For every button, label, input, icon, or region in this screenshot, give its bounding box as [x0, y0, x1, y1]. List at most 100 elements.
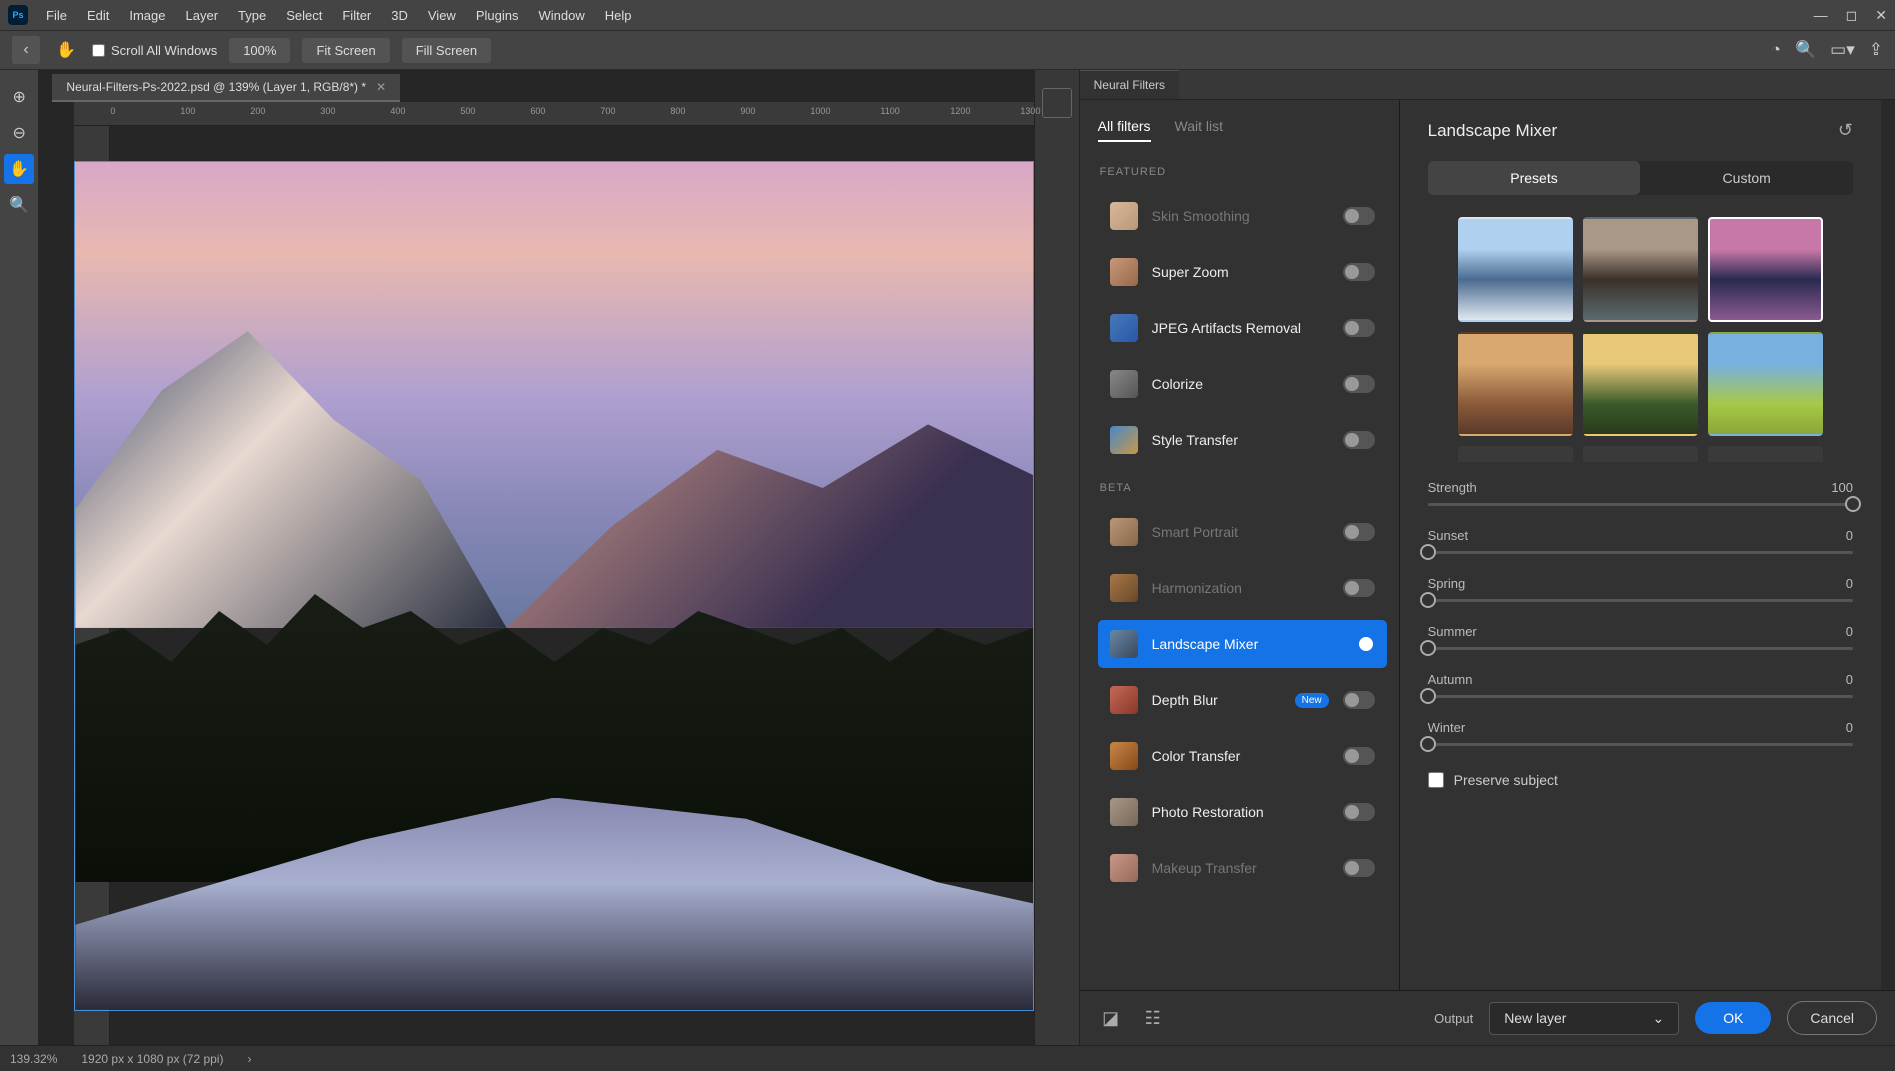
menu-file[interactable]: File	[36, 2, 77, 29]
tool-minus-icon[interactable]: ⊖	[4, 118, 34, 148]
preset-thumbnail-6[interactable]	[1708, 332, 1823, 437]
slider-track[interactable]	[1428, 695, 1853, 698]
filter-toggle[interactable]	[1343, 263, 1375, 281]
filter-harmonization[interactable]: Harmonization	[1098, 564, 1387, 612]
preset-thumbnail-stub[interactable]	[1458, 446, 1573, 462]
menu-type[interactable]: Type	[228, 2, 276, 29]
preset-thumbnail-stub[interactable]	[1583, 446, 1698, 462]
minimize-icon[interactable]: —	[1814, 7, 1828, 24]
slider-thumb[interactable]	[1845, 496, 1861, 512]
scroll-all-windows-checkbox[interactable]: Scroll All Windows	[92, 43, 217, 58]
preset-thumbnail-2[interactable]	[1583, 217, 1698, 322]
menu-3d[interactable]: 3D	[381, 2, 418, 29]
slider-track[interactable]	[1428, 503, 1853, 506]
filter-style-transfer[interactable]: Style Transfer	[1098, 416, 1387, 464]
output-dropdown[interactable]: New layer ⌄	[1489, 1002, 1679, 1035]
slider-sunset[interactable]: Sunset0	[1428, 528, 1853, 554]
collapsed-panel-icon[interactable]	[1042, 88, 1072, 118]
slider-spring[interactable]: Spring0	[1428, 576, 1853, 602]
filter-depth-blur[interactable]: Depth Blur New	[1098, 676, 1387, 724]
fill-screen-button[interactable]: Fill Screen	[402, 38, 491, 63]
slider-summer[interactable]: Summer0	[1428, 624, 1853, 650]
menu-edit[interactable]: Edit	[77, 2, 119, 29]
slider-strength[interactable]: Strength100	[1428, 480, 1853, 506]
slider-thumb[interactable]	[1420, 544, 1436, 560]
document-tab-close-icon[interactable]: ✕	[376, 80, 386, 94]
menu-layer[interactable]: Layer	[176, 2, 229, 29]
hand-tool-icon[interactable]: ✋	[4, 154, 34, 184]
zoom-level-button[interactable]: 100%	[229, 38, 290, 63]
filter-toggle[interactable]	[1343, 859, 1375, 877]
tab-all-filters[interactable]: All filters	[1098, 118, 1151, 142]
menu-view[interactable]: View	[418, 2, 466, 29]
filter-photo-restoration[interactable]: Photo Restoration	[1098, 788, 1387, 836]
maximize-icon[interactable]: ◻	[1846, 7, 1858, 24]
status-zoom[interactable]: 139.32%	[10, 1052, 57, 1066]
tab-custom[interactable]: Custom	[1640, 161, 1853, 195]
home-back-button[interactable]: ‹	[12, 36, 40, 64]
panel-tab-neural[interactable]: Neural Filters	[1080, 70, 1179, 99]
preset-thumbnail-stub[interactable]	[1708, 446, 1823, 462]
share-icon[interactable]: ⇪	[1869, 40, 1883, 60]
preset-thumbnail-3[interactable]	[1708, 217, 1823, 322]
scroll-all-checkbox-input[interactable]	[92, 44, 105, 57]
hand-tool-icon[interactable]: ✋	[52, 36, 80, 64]
filter-landscape-mixer[interactable]: Landscape Mixer	[1098, 620, 1387, 668]
filter-toggle[interactable]	[1343, 319, 1375, 337]
filter-toggle[interactable]	[1343, 523, 1375, 541]
document-tab[interactable]: Neural-Filters-Ps-2022.psd @ 139% (Layer…	[52, 74, 400, 102]
filter-toggle[interactable]	[1343, 803, 1375, 821]
slider-track[interactable]	[1428, 599, 1853, 602]
slider-thumb[interactable]	[1420, 688, 1436, 704]
filter-toggle[interactable]	[1343, 635, 1375, 653]
slider-track[interactable]	[1428, 551, 1853, 554]
filter-toggle[interactable]	[1343, 579, 1375, 597]
slider-track[interactable]	[1428, 743, 1853, 746]
canvas-image[interactable]	[74, 161, 1034, 1011]
menu-select[interactable]: Select	[276, 2, 332, 29]
ruler-horizontal[interactable]: 0 100 200 300 400 500 600 700 800 900 10…	[74, 102, 1034, 126]
filter-colorize[interactable]: Colorize	[1098, 360, 1387, 408]
preset-thumbnail-4[interactable]	[1458, 332, 1573, 437]
scrollbar[interactable]	[1881, 100, 1895, 990]
slider-autumn[interactable]: Autumn0	[1428, 672, 1853, 698]
filter-toggle[interactable]	[1343, 431, 1375, 449]
filter-smart-portrait[interactable]: Smart Portrait	[1098, 508, 1387, 556]
filter-makeup-transfer[interactable]: Makeup Transfer	[1098, 844, 1387, 892]
preview-toggle-icon[interactable]: ◪	[1098, 1005, 1124, 1031]
preset-thumbnail-5[interactable]	[1583, 332, 1698, 437]
slider-thumb[interactable]	[1420, 592, 1436, 608]
slider-thumb[interactable]	[1420, 736, 1436, 752]
slider-thumb[interactable]	[1420, 640, 1436, 656]
filter-toggle[interactable]	[1343, 747, 1375, 765]
filter-toggle[interactable]	[1343, 691, 1375, 709]
slider-track[interactable]	[1428, 647, 1853, 650]
menu-window[interactable]: Window	[528, 2, 594, 29]
filter-toggle[interactable]	[1343, 375, 1375, 393]
filter-super-zoom[interactable]: Super Zoom	[1098, 248, 1387, 296]
zoom-tool-icon[interactable]: 🔍	[4, 190, 34, 220]
cancel-button[interactable]: Cancel	[1787, 1001, 1877, 1035]
preserve-subject-input[interactable]	[1428, 772, 1444, 788]
ok-button[interactable]: OK	[1695, 1002, 1771, 1034]
close-icon[interactable]: ✕	[1875, 7, 1887, 24]
fit-screen-button[interactable]: Fit Screen	[302, 38, 389, 63]
search-icon[interactable]: 🔍	[1795, 40, 1816, 60]
tab-wait-list[interactable]: Wait list	[1175, 118, 1223, 142]
preset-thumbnail-1[interactable]	[1458, 217, 1573, 322]
layers-stack-icon[interactable]: ☷	[1140, 1005, 1166, 1031]
reset-icon[interactable]: ↺	[1838, 120, 1853, 141]
filter-toggle[interactable]	[1343, 207, 1375, 225]
filter-color-transfer[interactable]: Color Transfer	[1098, 732, 1387, 780]
canvas-viewport[interactable]	[74, 126, 1034, 1045]
menu-help[interactable]: Help	[595, 2, 642, 29]
slider-winter[interactable]: Winter0	[1428, 720, 1853, 746]
tool-plus-icon[interactable]: ⊕	[4, 82, 34, 112]
menu-plugins[interactable]: Plugins	[466, 2, 529, 29]
workspace-switcher-icon[interactable]: ▭▾	[1830, 40, 1855, 60]
cloud-docs-icon[interactable]: ◔	[1771, 40, 1781, 60]
status-chevron-icon[interactable]: ›	[247, 1052, 251, 1066]
tab-presets[interactable]: Presets	[1428, 161, 1641, 195]
filter-skin-smoothing[interactable]: Skin Smoothing	[1098, 192, 1387, 240]
filter-jpeg-artifacts[interactable]: JPEG Artifacts Removal	[1098, 304, 1387, 352]
